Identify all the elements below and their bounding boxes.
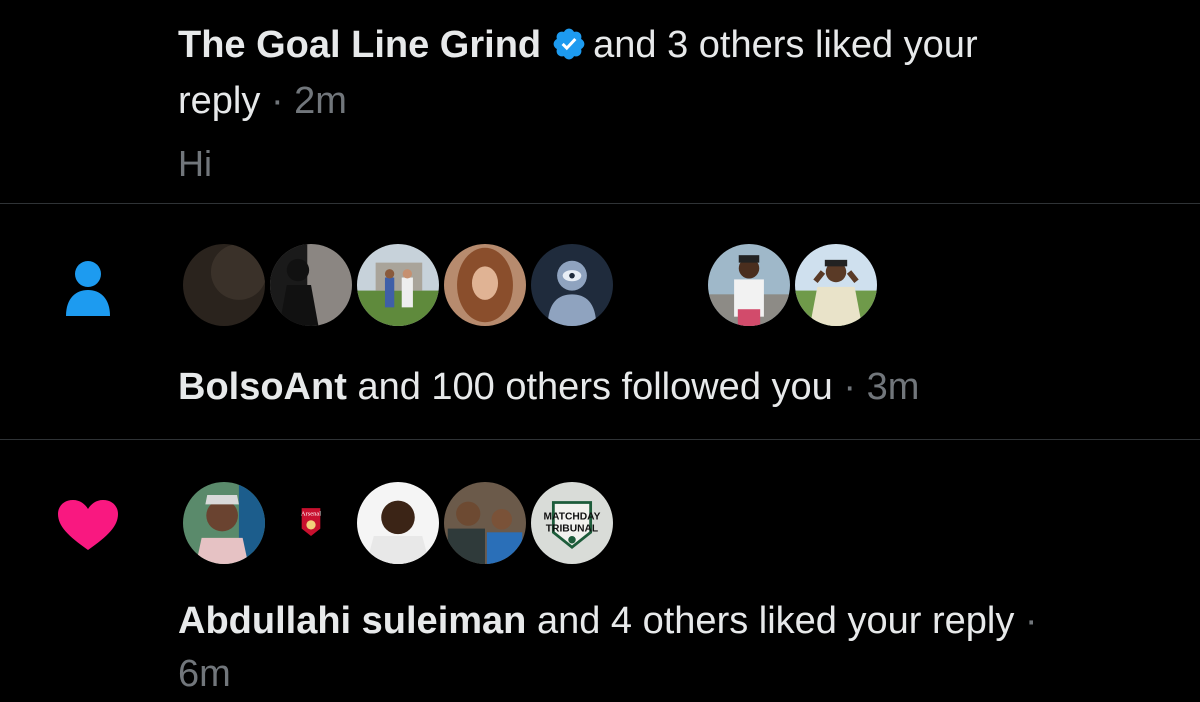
avatar[interactable]	[354, 479, 442, 567]
notification-text-line2: reply · 2m	[178, 73, 347, 129]
avatar[interactable]	[441, 241, 529, 329]
actor-name[interactable]: The Goal Line Grind	[178, 24, 541, 66]
avatar-matchday-tribunal[interactable]: MATCHDAY TRIBUNAL	[528, 479, 616, 567]
arsenal-badge-text: Arsenal	[301, 511, 321, 518]
follower-avatars	[180, 241, 900, 333]
notification-follow[interactable]: BolsoAnt and 100 others followed you · 3…	[0, 204, 1200, 440]
matchday-line1: MATCHDAY	[544, 511, 601, 522]
separator-dot: ·	[270, 80, 284, 122]
reply-snippet: Hi	[178, 143, 212, 184]
avatar[interactable]	[528, 241, 616, 329]
notification-action-cont: reply	[178, 80, 261, 122]
avatar[interactable]	[354, 241, 442, 329]
avatar-arsenal[interactable]: Arsenal	[267, 479, 355, 567]
verified-badge-icon	[551, 22, 587, 60]
avatar[interactable]	[180, 241, 268, 329]
person-icon	[64, 258, 112, 316]
avatar[interactable]	[615, 241, 703, 329]
timestamp: 3m	[866, 366, 920, 408]
notification-action: and 4 others liked your reply	[536, 600, 1015, 642]
separator-dot: ·	[1024, 600, 1038, 642]
matchday-line2: TRIBUNAL	[546, 523, 598, 534]
heart-icon	[58, 500, 118, 550]
notification-like-reply-2[interactable]: Arsenal MATCHDAY TRIBUNAL Abdullahi sule…	[0, 440, 1200, 695]
notification-like-reply-1[interactable]: The Goal Line Grind and 3 others liked yo…	[0, 0, 1200, 203]
liker-avatars: Arsenal MATCHDAY TRIBUNAL	[180, 479, 630, 571]
avatar[interactable]	[267, 241, 355, 329]
avatar[interactable]	[792, 241, 880, 329]
actor-name[interactable]: BolsoAnt	[178, 366, 347, 408]
timestamp: 6m	[178, 653, 231, 695]
notification-action: and 100 others followed you	[357, 366, 833, 408]
avatar[interactable]	[705, 241, 793, 329]
notification-text: Abdullahi suleiman and 4 others liked yo…	[178, 593, 1038, 649]
avatar[interactable]	[441, 479, 529, 567]
timestamp: 2m	[294, 80, 347, 122]
separator-dot: ·	[843, 366, 856, 408]
notification-text: The Goal Line Grind and 3 others liked yo…	[178, 17, 978, 73]
avatar[interactable]	[180, 479, 268, 567]
notification-action: and 3 others liked your	[593, 24, 978, 66]
notification-text: BolsoAnt and 100 others followed you · 3…	[178, 359, 919, 415]
actor-name[interactable]: Abdullahi suleiman	[178, 600, 526, 642]
